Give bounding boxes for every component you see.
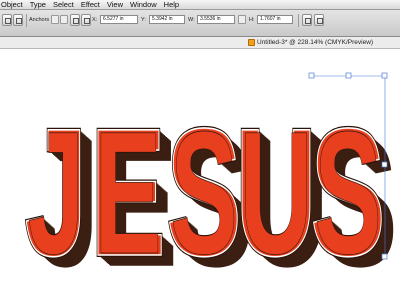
constrain-proportions-icon[interactable] [238, 15, 246, 24]
y-label: Y: [141, 17, 146, 23]
letters-inline: JJ EE SSUUSS [24, 91, 386, 295]
document-tab-bar: Untitled-3* @ 228.14% (CMYK/Preview) [0, 37, 400, 49]
stroke-options-button[interactable] [2, 14, 12, 26]
width-label: W: [188, 17, 195, 23]
isolate-button[interactable] [314, 14, 324, 26]
width-field[interactable]: 3.5536 in [197, 15, 235, 24]
menu-select[interactable]: Select [50, 0, 78, 10]
letter-inner: S [170, 96, 238, 290]
letter-inner: U [239, 96, 312, 290]
align-button[interactable] [81, 14, 91, 26]
selection-handle[interactable] [345, 72, 352, 79]
remove-anchor-icon[interactable] [51, 15, 59, 24]
selection-handle[interactable] [308, 72, 315, 79]
document-title[interactable]: Untitled-3* @ 228.14% (CMYK/Preview) [257, 38, 373, 48]
divider [298, 14, 299, 27]
letter-inner: S [314, 96, 382, 290]
menu-view[interactable]: View [104, 0, 127, 10]
selection-handle[interactable] [381, 253, 388, 260]
menu-object[interactable]: Object [0, 0, 27, 10]
control-bar: Anchors X: 6.5277 in Y: 5.3942 in W: 3.5… [0, 10, 400, 37]
connect-anchor-icon[interactable] [60, 15, 68, 24]
menu-help[interactable]: Help [161, 0, 183, 10]
jesus-artwork[interactable]: JJJJJJJJJJJJ EEEEEEEEEEEE SSSSSSSSSSSS UUUU… [0, 49, 400, 300]
illustrator-window: Object Type Select Effect View Window He… [0, 0, 400, 300]
height-field[interactable]: 1.7607 in [257, 15, 293, 24]
height-label: H: [249, 17, 255, 23]
anchors-label: Anchors [29, 17, 50, 23]
selection-handle[interactable] [381, 161, 388, 168]
x-position-field[interactable]: 6.5277 in [100, 15, 138, 24]
selection-handle[interactable] [381, 72, 388, 79]
letter-inner: J [28, 96, 84, 290]
y-position-field[interactable]: 5.3942 in [149, 15, 185, 24]
document-icon [248, 39, 255, 46]
transform-button[interactable] [302, 14, 312, 26]
divider [26, 14, 27, 27]
menu-effect[interactable]: Effect [78, 0, 104, 10]
artboard-canvas[interactable]: JJJJJJJJJJJJEEEEEEEEEEEESSSSSSSSSSSSUUUU… [0, 49, 400, 300]
letter-inner: E [94, 96, 162, 290]
menu-window[interactable]: Window [127, 0, 161, 10]
menu-type[interactable]: Type [27, 0, 50, 10]
convert-anchor-button[interactable] [13, 14, 23, 26]
cut-path-button[interactable] [70, 14, 80, 26]
menu-bar: Object Type Select Effect View Window He… [0, 0, 400, 10]
x-label: X: [92, 17, 98, 23]
